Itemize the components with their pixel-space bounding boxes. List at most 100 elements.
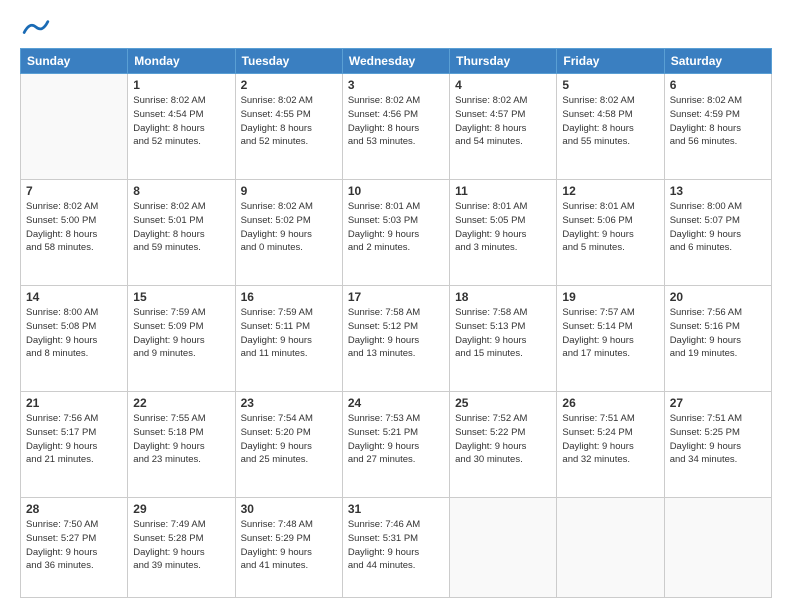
day-number: 2 bbox=[241, 78, 337, 92]
calendar-cell: 15 Sunrise: 7:59 AMSunset: 5:09 PMDayligh… bbox=[128, 286, 235, 392]
header-row: Sunday Monday Tuesday Wednesday Thursday… bbox=[21, 49, 772, 74]
col-monday: Monday bbox=[128, 49, 235, 74]
calendar-cell: 12 Sunrise: 8:01 AMSunset: 5:06 PMDayligh… bbox=[557, 180, 664, 286]
day-number: 15 bbox=[133, 290, 229, 304]
day-number: 7 bbox=[26, 184, 122, 198]
day-info: Sunrise: 7:48 AMSunset: 5:29 PMDaylight:… bbox=[241, 518, 337, 573]
day-info: Sunrise: 8:00 AMSunset: 5:08 PMDaylight:… bbox=[26, 306, 122, 361]
day-number: 26 bbox=[562, 396, 658, 410]
day-info: Sunrise: 7:56 AMSunset: 5:16 PMDaylight:… bbox=[670, 306, 766, 361]
day-number: 17 bbox=[348, 290, 444, 304]
day-number: 24 bbox=[348, 396, 444, 410]
calendar-cell: 1 Sunrise: 8:02 AMSunset: 4:54 PMDaylight… bbox=[128, 74, 235, 180]
logo bbox=[20, 18, 46, 38]
calendar-cell: 29Sunrise: 7:49 AMSunset: 5:28 PMDayligh… bbox=[128, 498, 235, 598]
day-number: 18 bbox=[455, 290, 551, 304]
day-info: Sunrise: 8:01 AMSunset: 5:03 PMDaylight:… bbox=[348, 200, 444, 255]
calendar-cell: 26 Sunrise: 7:51 AMSunset: 5:24 PMDayligh… bbox=[557, 392, 664, 498]
day-info: Sunrise: 8:02 AMSunset: 4:57 PMDaylight:… bbox=[455, 94, 551, 149]
calendar-cell: 30 Sunrise: 7:48 AMSunset: 5:29 PMDayligh… bbox=[235, 498, 342, 598]
calendar-cell: 4 Sunrise: 8:02 AMSunset: 4:57 PMDaylight… bbox=[450, 74, 557, 180]
calendar-cell: 5 Sunrise: 8:02 AMSunset: 4:58 PMDaylight… bbox=[557, 74, 664, 180]
page-header bbox=[20, 18, 772, 38]
day-number: 19 bbox=[562, 290, 658, 304]
day-number: 11 bbox=[455, 184, 551, 198]
calendar-cell: 2Sunrise: 8:02 AMSunset: 4:55 PMDaylight… bbox=[235, 74, 342, 180]
day-number: 27 bbox=[670, 396, 766, 410]
day-number: 31 bbox=[348, 502, 444, 516]
calendar-cell: 10 Sunrise: 8:01 AMSunset: 5:03 PMDayligh… bbox=[342, 180, 449, 286]
calendar-cell: 13 Sunrise: 8:00 AMSunset: 5:07 PMDayligh… bbox=[664, 180, 771, 286]
day-info: Sunrise: 8:02 AMSunset: 5:00 PMDaylight:… bbox=[26, 200, 122, 255]
calendar-cell: 17Sunrise: 7:58 AMSunset: 5:12 PMDayligh… bbox=[342, 286, 449, 392]
day-info: Sunrise: 7:51 AMSunset: 5:24 PMDaylight:… bbox=[562, 412, 658, 467]
day-info: Sunrise: 7:55 AMSunset: 5:18 PMDaylight:… bbox=[133, 412, 229, 467]
day-info: Sunrise: 7:46 AMSunset: 5:31 PMDaylight:… bbox=[348, 518, 444, 573]
day-number: 1 bbox=[133, 78, 229, 92]
calendar-cell: 24 Sunrise: 7:53 AMSunset: 5:21 PMDayligh… bbox=[342, 392, 449, 498]
day-info: Sunrise: 7:57 AMSunset: 5:14 PMDaylight:… bbox=[562, 306, 658, 361]
day-number: 25 bbox=[455, 396, 551, 410]
calendar-cell: 11 Sunrise: 8:01 AMSunset: 5:05 PMDayligh… bbox=[450, 180, 557, 286]
col-friday: Friday bbox=[557, 49, 664, 74]
day-info: Sunrise: 7:51 AMSunset: 5:25 PMDaylight:… bbox=[670, 412, 766, 467]
day-number: 4 bbox=[455, 78, 551, 92]
day-number: 29 bbox=[133, 502, 229, 516]
day-info: Sunrise: 8:02 AMSunset: 4:54 PMDaylight:… bbox=[133, 94, 229, 149]
day-number: 28 bbox=[26, 502, 122, 516]
col-thursday: Thursday bbox=[450, 49, 557, 74]
calendar-week-5: 28 Sunrise: 7:50 AMSunset: 5:27 PMDayligh… bbox=[21, 498, 772, 598]
day-number: 20 bbox=[670, 290, 766, 304]
calendar-cell: 14 Sunrise: 8:00 AMSunset: 5:08 PMDayligh… bbox=[21, 286, 128, 392]
day-info: Sunrise: 7:56 AMSunset: 5:17 PMDaylight:… bbox=[26, 412, 122, 467]
day-info: Sunrise: 7:52 AMSunset: 5:22 PMDaylight:… bbox=[455, 412, 551, 467]
calendar-cell bbox=[664, 498, 771, 598]
calendar-cell: 19 Sunrise: 7:57 AMSunset: 5:14 PMDayligh… bbox=[557, 286, 664, 392]
calendar-cell: 18 Sunrise: 7:58 AMSunset: 5:13 PMDayligh… bbox=[450, 286, 557, 392]
calendar-cell: 3 Sunrise: 8:02 AMSunset: 4:56 PMDaylight… bbox=[342, 74, 449, 180]
calendar-cell: 23 Sunrise: 7:54 AMSunset: 5:20 PMDayligh… bbox=[235, 392, 342, 498]
day-info: Sunrise: 8:02 AMSunset: 4:59 PMDaylight:… bbox=[670, 94, 766, 149]
day-info: Sunrise: 8:02 AMSunset: 4:58 PMDaylight:… bbox=[562, 94, 658, 149]
calendar-cell bbox=[557, 498, 664, 598]
day-info: Sunrise: 8:00 AMSunset: 5:07 PMDaylight:… bbox=[670, 200, 766, 255]
col-saturday: Saturday bbox=[664, 49, 771, 74]
calendar-table: Sunday Monday Tuesday Wednesday Thursday… bbox=[20, 48, 772, 598]
day-info: Sunrise: 8:01 AMSunset: 5:06 PMDaylight:… bbox=[562, 200, 658, 255]
day-number: 10 bbox=[348, 184, 444, 198]
calendar-cell: 6 Sunrise: 8:02 AMSunset: 4:59 PMDaylight… bbox=[664, 74, 771, 180]
calendar-cell: 9Sunrise: 8:02 AMSunset: 5:02 PMDaylight… bbox=[235, 180, 342, 286]
day-info: Sunrise: 7:59 AMSunset: 5:11 PMDaylight:… bbox=[241, 306, 337, 361]
day-number: 23 bbox=[241, 396, 337, 410]
day-number: 6 bbox=[670, 78, 766, 92]
day-info: Sunrise: 7:53 AMSunset: 5:21 PMDaylight:… bbox=[348, 412, 444, 467]
calendar-cell: 7 Sunrise: 8:02 AMSunset: 5:00 PMDaylight… bbox=[21, 180, 128, 286]
day-info: Sunrise: 7:50 AMSunset: 5:27 PMDaylight:… bbox=[26, 518, 122, 573]
logo-wave-icon bbox=[22, 18, 50, 38]
calendar-cell: 28 Sunrise: 7:50 AMSunset: 5:27 PMDayligh… bbox=[21, 498, 128, 598]
day-number: 8 bbox=[133, 184, 229, 198]
day-number: 30 bbox=[241, 502, 337, 516]
day-number: 3 bbox=[348, 78, 444, 92]
day-info: Sunrise: 7:59 AMSunset: 5:09 PMDaylight:… bbox=[133, 306, 229, 361]
calendar-week-3: 14 Sunrise: 8:00 AMSunset: 5:08 PMDayligh… bbox=[21, 286, 772, 392]
calendar-cell: 20 Sunrise: 7:56 AMSunset: 5:16 PMDayligh… bbox=[664, 286, 771, 392]
calendar-week-2: 7 Sunrise: 8:02 AMSunset: 5:00 PMDaylight… bbox=[21, 180, 772, 286]
calendar-cell: 31 Sunrise: 7:46 AMSunset: 5:31 PMDayligh… bbox=[342, 498, 449, 598]
day-number: 12 bbox=[562, 184, 658, 198]
day-info: Sunrise: 7:58 AMSunset: 5:13 PMDaylight:… bbox=[455, 306, 551, 361]
day-number: 13 bbox=[670, 184, 766, 198]
day-info: Sunrise: 7:54 AMSunset: 5:20 PMDaylight:… bbox=[241, 412, 337, 467]
calendar-cell: 8 Sunrise: 8:02 AMSunset: 5:01 PMDaylight… bbox=[128, 180, 235, 286]
col-sunday: Sunday bbox=[21, 49, 128, 74]
day-number: 14 bbox=[26, 290, 122, 304]
day-number: 5 bbox=[562, 78, 658, 92]
day-info: Sunrise: 8:02 AMSunset: 4:56 PMDaylight:… bbox=[348, 94, 444, 149]
col-wednesday: Wednesday bbox=[342, 49, 449, 74]
calendar-cell: 16Sunrise: 7:59 AMSunset: 5:11 PMDayligh… bbox=[235, 286, 342, 392]
calendar-week-1: 1 Sunrise: 8:02 AMSunset: 4:54 PMDaylight… bbox=[21, 74, 772, 180]
day-info: Sunrise: 8:01 AMSunset: 5:05 PMDaylight:… bbox=[455, 200, 551, 255]
calendar-cell: 25 Sunrise: 7:52 AMSunset: 5:22 PMDayligh… bbox=[450, 392, 557, 498]
day-info: Sunrise: 8:02 AMSunset: 5:01 PMDaylight:… bbox=[133, 200, 229, 255]
calendar-cell bbox=[450, 498, 557, 598]
